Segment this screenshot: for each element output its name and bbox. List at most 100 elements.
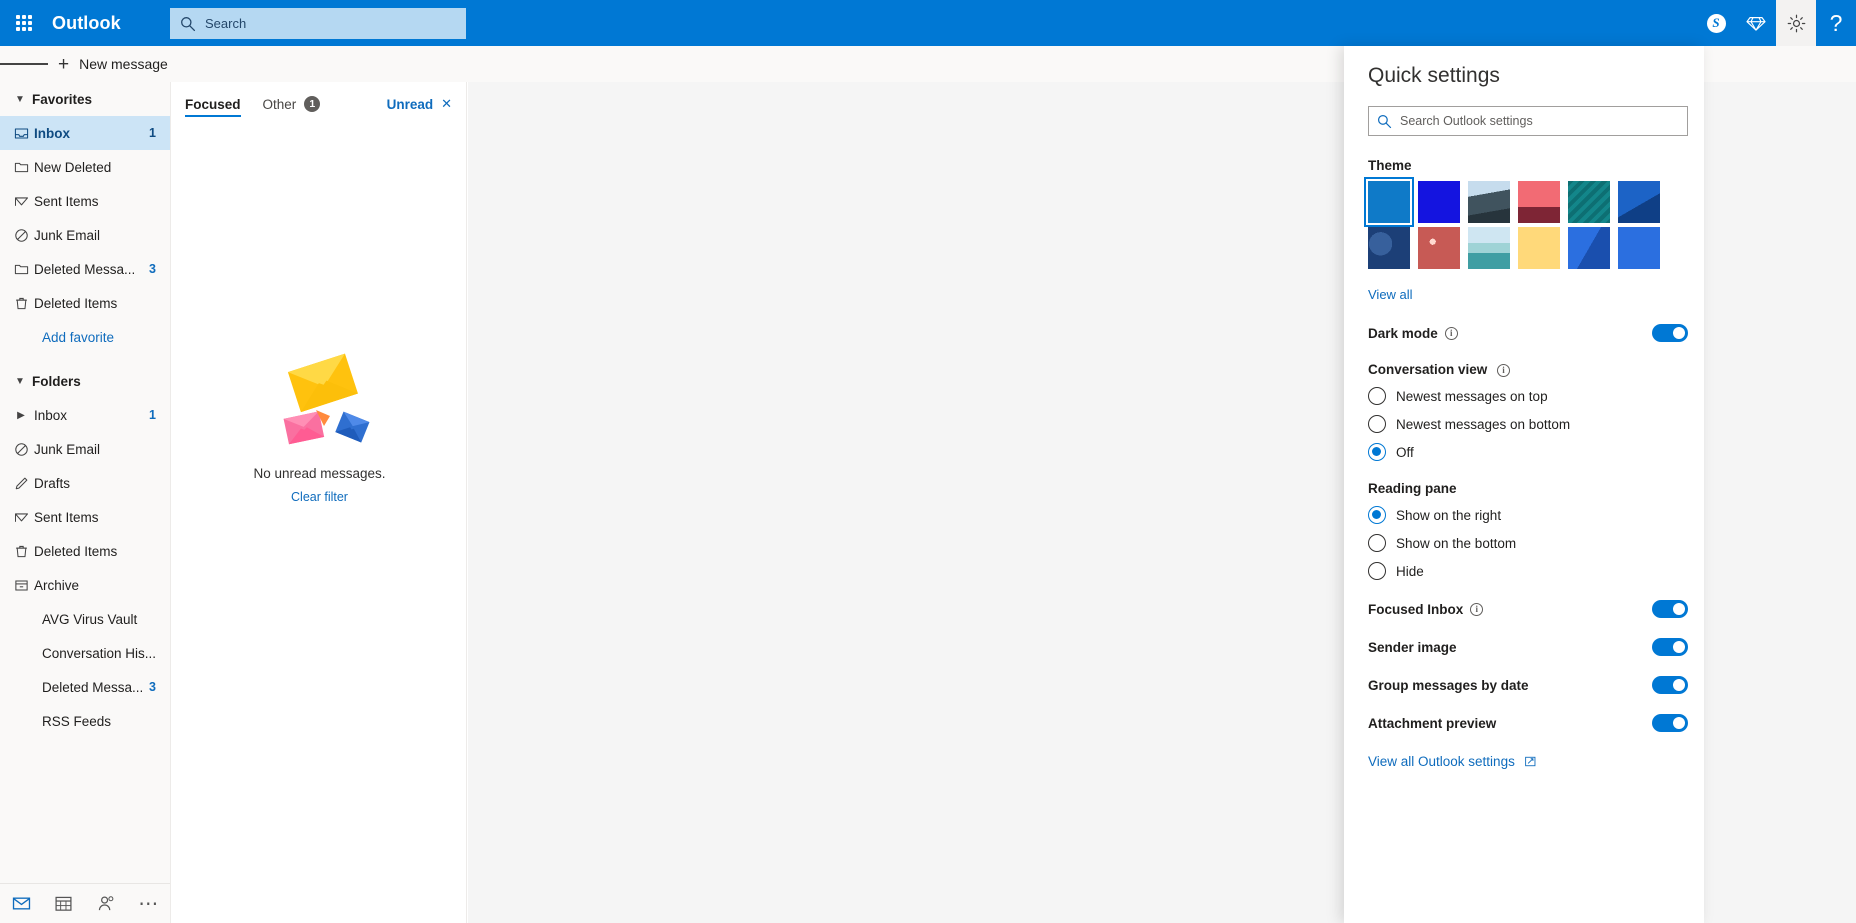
add-favorite-button[interactable]: Add favorite	[0, 320, 170, 354]
settings-search-input[interactable]: Search Outlook settings	[1368, 106, 1688, 136]
sidebar-item-sent-items-fav[interactable]: Sent Items	[0, 184, 170, 218]
conversation-view-option-newest-top[interactable]: Newest messages on top	[1368, 387, 1704, 405]
sidebar-item-label: Drafts	[34, 475, 71, 491]
radio-button[interactable]	[1368, 387, 1386, 405]
sidebar-item-deleted-items-fav[interactable]: Deleted Items	[0, 286, 170, 320]
reading-pane-option-right[interactable]: Show on the right	[1368, 506, 1704, 524]
attachment-preview-toggle[interactable]	[1652, 714, 1688, 732]
radio-label: Hide	[1396, 563, 1424, 579]
sidebar-item-archive[interactable]: Archive	[0, 568, 170, 602]
block-icon	[8, 442, 34, 457]
sidebar-item-inbox-fav[interactable]: Inbox 1	[0, 116, 170, 150]
toggle-knob	[1673, 679, 1685, 691]
more-dots-glyph: ⋯	[138, 892, 160, 915]
message-list-tabs: Focused Other 1 Unread ✕	[171, 82, 466, 126]
theme-swatch-circuit-teal[interactable]	[1568, 181, 1610, 223]
view-all-outlook-settings-link[interactable]: View all Outlook settings	[1368, 754, 1704, 769]
sidebar-item-sent-items[interactable]: Sent Items	[0, 500, 170, 534]
radio-button[interactable]	[1368, 562, 1386, 580]
more-icon[interactable]: ⋯	[128, 884, 171, 923]
new-message-button[interactable]: + New message	[52, 55, 174, 74]
theme-swatch-blue-swirl[interactable]	[1568, 227, 1610, 269]
open-in-new-icon	[1525, 756, 1536, 767]
chevron-down-icon: ▼	[15, 375, 25, 387]
theme-swatch-solid-blue[interactable]	[1418, 181, 1460, 223]
sidebar-item-label: Conversation His...	[42, 645, 156, 661]
theme-swatch-palm-sunset[interactable]	[1518, 181, 1560, 223]
reading-pane-label: Reading pane	[1368, 481, 1457, 496]
reading-pane-option-hide[interactable]: Hide	[1368, 562, 1704, 580]
theme-swatch-gold-star[interactable]	[1518, 227, 1560, 269]
calendar-icon[interactable]	[43, 884, 86, 923]
sender-image-toggle[interactable]	[1652, 638, 1688, 656]
theme-swatch-default-blue[interactable]	[1364, 177, 1414, 227]
theme-swatch-beach-wave[interactable]	[1468, 227, 1510, 269]
help-icon[interactable]: ?	[1816, 0, 1856, 46]
sidebar-item-deleted-messages[interactable]: Deleted Messa... 3	[0, 670, 170, 704]
tab-focused-label: Focused	[185, 96, 241, 112]
skype-icon[interactable]: S	[1696, 0, 1736, 46]
theme-swatch-extra[interactable]	[1618, 227, 1660, 269]
unread-filter-chip[interactable]: Unread ✕	[387, 82, 452, 126]
radio-button[interactable]	[1368, 415, 1386, 433]
sidebar-item-avg-virus-vault[interactable]: AVG Virus Vault	[0, 602, 170, 636]
theme-swatch-mountain-road[interactable]	[1468, 181, 1510, 223]
sidebar-item-deleted-messages-fav[interactable]: Deleted Messa... 3	[0, 252, 170, 286]
mail-icon[interactable]	[0, 884, 43, 923]
favorites-group-header[interactable]: ▼ Favorites	[0, 82, 170, 116]
favorites-group-label: Favorites	[32, 91, 93, 107]
sidebar-item-drafts[interactable]: Drafts	[0, 466, 170, 500]
group-messages-by-date-label: Group messages by date	[1368, 677, 1529, 693]
theme-swatch-navy-blueprint[interactable]	[1368, 227, 1410, 269]
focused-inbox-toggle[interactable]	[1652, 600, 1688, 618]
chevron-right-icon[interactable]: ▶	[8, 410, 34, 421]
reading-pane-option-bottom[interactable]: Show on the bottom	[1368, 534, 1704, 552]
theme-swatch-blue-ocean-edge[interactable]	[1618, 181, 1660, 223]
radio-button[interactable]	[1368, 534, 1386, 552]
sidebar-item-conversation-history[interactable]: Conversation His...	[0, 636, 170, 670]
focused-inbox-row: Focused Inbox i	[1368, 600, 1704, 618]
dark-mode-toggle[interactable]	[1652, 324, 1688, 342]
close-icon[interactable]: ✕	[441, 96, 452, 112]
sidebar-item-label: Inbox	[34, 125, 70, 141]
sidebar-item-deleted-items[interactable]: Deleted Items	[0, 534, 170, 568]
view-all-themes-link[interactable]: View all	[1368, 287, 1413, 302]
hamburger-icon[interactable]	[0, 46, 48, 82]
tab-other[interactable]: Other 1	[263, 82, 321, 126]
sidebar-item-junk-email-fav[interactable]: Junk Email	[0, 218, 170, 252]
sidebar-item-junk-email[interactable]: Junk Email	[0, 432, 170, 466]
radio-button[interactable]	[1368, 443, 1386, 461]
search-input[interactable]: Search	[170, 8, 466, 39]
sidebar-item-inbox[interactable]: ▶ Inbox 1	[0, 398, 170, 432]
outlook-app: Outlook Search S ? + New message ▼ Favor…	[0, 0, 1856, 923]
clear-filter-link[interactable]: Clear filter	[291, 490, 348, 504]
toggle-knob	[1673, 327, 1685, 339]
waffle-icon[interactable]	[0, 0, 48, 46]
sidebar-item-label: Deleted Items	[34, 543, 118, 559]
sidebar-item-label: Inbox	[34, 407, 68, 423]
sidebar-item-rss-feeds[interactable]: RSS Feeds	[0, 704, 170, 738]
tab-other-badge: 1	[304, 96, 321, 112]
sender-image-label-group: Sender image	[1368, 640, 1457, 655]
sidebar-item-label: Archive	[34, 577, 80, 593]
conversation-view-option-newest-bottom[interactable]: Newest messages on bottom	[1368, 415, 1704, 433]
folders-group-header[interactable]: ▼ Folders	[0, 364, 170, 398]
group-messages-by-date-toggle[interactable]	[1652, 676, 1688, 694]
sidebar-item-label: Deleted Messa...	[42, 679, 144, 695]
empty-state-text: No unread messages.	[253, 466, 386, 481]
tab-focused[interactable]: Focused	[185, 82, 241, 126]
conversation-view-option-off[interactable]: Off	[1368, 443, 1704, 461]
settings-gear-icon[interactable]	[1776, 0, 1816, 46]
sidebar-item-new-deleted[interactable]: New Deleted	[0, 150, 170, 184]
diamond-icon[interactable]	[1736, 0, 1776, 46]
info-icon[interactable]: i	[1444, 326, 1458, 340]
dark-mode-row: Dark mode i	[1368, 324, 1704, 342]
pencil-icon	[8, 476, 34, 491]
sidebar-item-label: Sent Items	[34, 193, 99, 209]
unread-filter-label: Unread	[386, 96, 434, 112]
theme-swatch-red-lights[interactable]	[1418, 227, 1460, 269]
info-icon[interactable]: i	[1470, 602, 1484, 616]
people-icon[interactable]	[85, 884, 128, 923]
info-icon[interactable]: i	[1497, 363, 1511, 377]
radio-button[interactable]	[1368, 506, 1386, 524]
